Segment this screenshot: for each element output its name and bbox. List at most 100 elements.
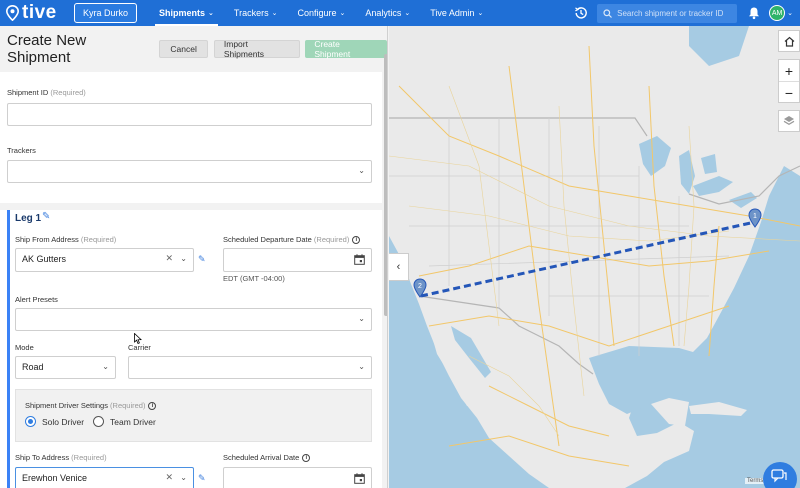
user-avatar[interactable]: AM [769, 5, 786, 21]
top-navigation-bar: tive Kyra Durko Shipments ⌄ Trackers ⌄ Con… [0, 0, 800, 26]
driver-settings-box: Shipment Driver Settings (Required) i Sol… [15, 389, 372, 442]
zoom-in-button[interactable]: + [779, 60, 799, 82]
solo-driver-label[interactable]: Solo Driver [42, 417, 84, 427]
search-field[interactable] [597, 3, 738, 23]
bell-icon[interactable] [747, 6, 761, 20]
clear-icon[interactable]: ✕ [165, 253, 173, 264]
organization-switcher-button[interactable]: Kyra Durko [74, 3, 138, 23]
alert-presets-select[interactable]: ⌄ [15, 308, 372, 331]
calendar-icon[interactable] [354, 473, 365, 484]
chevron-down-icon: ⌄ [339, 10, 346, 17]
chevron-down-icon: ⌄ [358, 166, 365, 175]
ship-from-select[interactable]: AK Gutters ✕ ⌄ [15, 248, 194, 272]
nav-configure-label: Configure [297, 8, 337, 18]
shipment-details-card: Shipment ID (Required) Trackers ⌄ [0, 72, 382, 203]
nav-tive-admin[interactable]: Tive Admin ⌄ [420, 0, 493, 26]
nav-tive-admin-label: Tive Admin [430, 8, 475, 18]
nav-trackers[interactable]: Trackers ⌄ [224, 0, 288, 26]
layers-icon [783, 116, 795, 125]
ship-to-select[interactable]: Erewhon Venice ✕ ⌄ [15, 467, 194, 488]
home-icon [784, 36, 794, 47]
departure-date-picker[interactable] [223, 248, 372, 272]
chevron-down-icon: ⌄ [271, 10, 278, 17]
driver-settings-label: Shipment Driver Settings (Required) i [25, 401, 157, 411]
trackers-select[interactable]: ⌄ [7, 160, 372, 183]
map-canvas [389, 26, 800, 488]
timezone-text: EDT (GMT -04:00) [223, 274, 285, 283]
cancel-button[interactable]: Cancel [159, 40, 208, 58]
ship-from-label: Ship From Address (Required) [15, 235, 117, 244]
create-shipment-button[interactable]: Create Shipment [305, 39, 387, 59]
team-driver-label[interactable]: Team Driver [110, 417, 156, 427]
zoom-controls: + − [778, 59, 800, 103]
chevron-down-icon: ⌄ [180, 473, 187, 482]
home-button[interactable] [778, 30, 800, 52]
topbar-right-tools: AM ⌄ [573, 0, 800, 26]
info-icon[interactable]: i [352, 236, 361, 245]
chevron-down-icon: ⌄ [477, 10, 484, 17]
mode-label: Mode [15, 343, 34, 352]
main-nav: Shipments ⌄ Trackers ⌄ Configure ⌄ Analytic… [149, 0, 493, 26]
zoom-out-button[interactable]: − [779, 82, 799, 103]
info-icon[interactable]: i [148, 402, 157, 411]
nav-shipments-label: Shipments [159, 8, 206, 18]
nav-analytics[interactable]: Analytics ⌄ [355, 0, 420, 26]
ship-to-value: Erewhon Venice [22, 473, 88, 483]
shipment-id-label: Shipment ID (Required) [7, 88, 86, 97]
panel-scrollbar[interactable] [384, 54, 387, 316]
layers-button[interactable] [778, 110, 800, 132]
arrival-date-label: Scheduled Arrival Date i [223, 453, 311, 463]
chat-support-button[interactable] [763, 462, 797, 488]
location-pin-icon [6, 5, 19, 21]
mode-select[interactable]: Road ⌄ [15, 356, 116, 379]
history-icon[interactable] [573, 5, 589, 21]
shipment-id-input[interactable] [7, 103, 372, 126]
chevron-down-icon[interactable]: ⌄ [787, 9, 793, 17]
destination-marker-label: 1 [753, 213, 757, 220]
ship-to-label: Ship To Address (Required) [15, 453, 107, 462]
nav-analytics-label: Analytics [365, 8, 402, 18]
trackers-label: Trackers [7, 146, 36, 155]
search-input[interactable] [617, 8, 728, 18]
alert-presets-label: Alert Presets [15, 295, 58, 304]
arrival-date-picker[interactable] [223, 467, 372, 488]
page-title: Create New Shipment [7, 32, 87, 66]
create-shipment-panel: Create New Shipment Cancel Import Shipme… [0, 26, 388, 488]
calendar-icon[interactable] [354, 254, 365, 265]
origin-marker-pin-icon[interactable]: 2 [413, 278, 427, 298]
destination-marker-pin-icon[interactable]: 1 [748, 208, 762, 228]
logo-text: tive [22, 2, 57, 23]
leg-accent-bar [7, 210, 10, 488]
chevron-down-icon: ⌄ [180, 254, 187, 263]
nav-shipments[interactable]: Shipments ⌄ [149, 0, 224, 26]
edit-address-pencil-icon[interactable]: ✎ [198, 254, 206, 265]
solo-driver-radio[interactable] [25, 416, 36, 427]
nav-configure[interactable]: Configure ⌄ [287, 0, 355, 26]
chevron-down-icon: ⌄ [404, 10, 411, 17]
chat-icon [771, 469, 787, 483]
import-shipments-button[interactable]: Import Shipments [213, 39, 301, 59]
origin-marker-label: 2 [418, 283, 422, 290]
tive-logo[interactable]: tive [6, 2, 64, 24]
ship-from-value: AK Gutters [22, 254, 67, 264]
chevron-down-icon: ⌄ [358, 314, 365, 323]
edit-address-pencil-icon[interactable]: ✎ [198, 473, 206, 484]
mode-value: Road [22, 362, 44, 372]
chevron-down-icon: ⌄ [358, 362, 365, 371]
carrier-select[interactable]: ⌄ [128, 356, 372, 379]
departure-date-label: Scheduled Departure Date (Required) i [223, 235, 361, 245]
mouse-cursor-icon [134, 333, 142, 345]
edit-pencil-icon[interactable]: ✎ [42, 211, 50, 222]
leg-title: Leg 1 [15, 213, 42, 224]
chevron-down-icon: ⌄ [102, 362, 109, 371]
nav-trackers-label: Trackers [233, 8, 269, 18]
clear-icon[interactable]: ✕ [165, 472, 173, 483]
route-map[interactable]: 2 1 + − [389, 26, 800, 488]
chevron-down-icon: ⌄ [208, 10, 214, 17]
search-icon [603, 8, 613, 18]
team-driver-radio[interactable] [93, 416, 104, 427]
chevron-left-icon: ‹ [396, 261, 401, 273]
panel-header: Create New Shipment Cancel Import Shipme… [0, 26, 387, 72]
collapse-panel-button[interactable]: ‹ [389, 253, 409, 281]
info-icon[interactable]: i [302, 454, 311, 463]
